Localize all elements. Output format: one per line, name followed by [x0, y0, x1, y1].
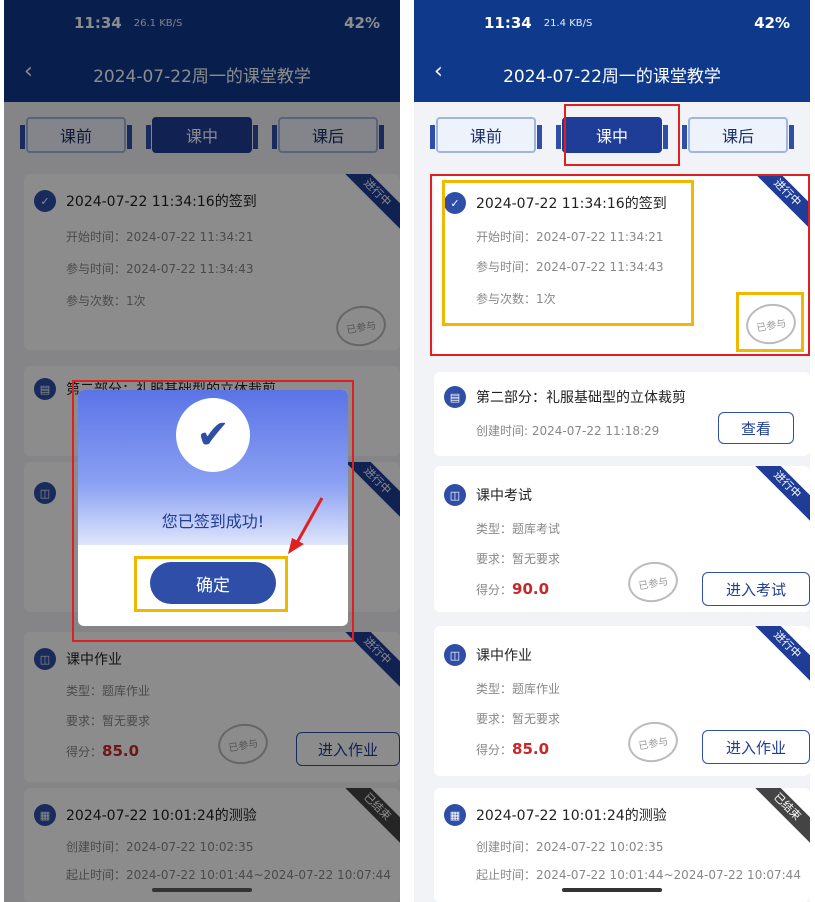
- title-bar: ‹ 2024-07-22周一的课堂教学: [414, 46, 810, 102]
- status-badge: 已结束: [748, 788, 810, 846]
- exam-score: 90.0: [512, 580, 550, 598]
- document-icon: ▤: [444, 386, 466, 408]
- score-label: 得分：: [476, 743, 513, 757]
- tab-after-class[interactable]: 课后: [682, 117, 794, 153]
- quiz-card[interactable]: 已结束 ▦ 2024-07-22 10:01:24的测验 创建时间：2024-07…: [434, 788, 810, 902]
- enter-homework-button[interactable]: 进入作业: [702, 730, 810, 764]
- page: 11:34 26.1 KB/S 42% ‹ 2024-07-22周一的课堂教学 …: [0, 0, 815, 902]
- status-bar: 11:34 21.4 KB/S 42%: [414, 0, 810, 46]
- homework-score: 85.0: [512, 740, 550, 758]
- homework-title: 课中作业: [476, 648, 532, 664]
- quiz-period: 起止时间：2024-07-22 10:01:44~2024-07-22 10:0…: [476, 868, 801, 882]
- arrow-icon: [288, 497, 324, 554]
- view-button[interactable]: 查看: [718, 412, 794, 444]
- exam-card[interactable]: 进行中 ◫ 课中考试 类型：题库考试 要求：暂无要求 得分：90.0 已参与 进入…: [434, 466, 810, 612]
- homework-card[interactable]: 进行中 ◫ 课中作业 类型：题库作业 要求：暂无要求 得分：85.0 已参与 进入…: [434, 626, 810, 776]
- tab-before-class[interactable]: 课前: [430, 117, 542, 153]
- book-icon: ◫: [444, 484, 466, 506]
- status-badge: 进行中: [748, 466, 810, 524]
- participated-stamp: 已参与: [624, 557, 682, 607]
- homework-requirement: 要求：暂无要求: [476, 712, 561, 726]
- network-speed: 21.4 KB/S: [543, 17, 593, 29]
- participated-stamp: 已参与: [624, 717, 682, 767]
- quiz-title: 2024-07-22 10:01:24的测验: [476, 808, 667, 824]
- page-title: 2024-07-22周一的课堂教学: [503, 66, 721, 87]
- quiz-icon: ▦: [444, 804, 466, 826]
- home-indicator[interactable]: [152, 888, 252, 892]
- chevron-left-icon[interactable]: ‹: [434, 60, 443, 84]
- exam-type: 类型：题库考试: [476, 522, 561, 536]
- book-icon: ◫: [444, 644, 466, 666]
- battery-level: 42%: [754, 14, 790, 32]
- highlight-info-yellow: [442, 180, 694, 326]
- part2-card[interactable]: ▤ 第二部分：礼服基础型的立体裁剪 创建时间: 2024-07-22 11:18:…: [434, 372, 810, 456]
- homework-type: 类型：题库作业: [476, 682, 561, 696]
- phone-right: 11:34 21.4 KB/S 42% ‹ 2024-07-22周一的课堂教学 …: [414, 0, 810, 902]
- highlight-box-yellow: [134, 556, 288, 612]
- exam-requirement: 要求：暂无要求: [476, 552, 561, 566]
- score-label: 得分：: [476, 583, 513, 597]
- status-time: 11:34: [484, 14, 532, 32]
- highlight-tab-red: [564, 104, 680, 166]
- quiz-created-time: 创建时间：2024-07-22 10:02:35: [476, 840, 664, 854]
- phone-left: 11:34 26.1 KB/S 42% ‹ 2024-07-22周一的课堂教学 …: [4, 0, 400, 902]
- exam-title: 课中考试: [476, 488, 532, 504]
- part2-title: 第二部分：礼服基础型的立体裁剪: [476, 390, 686, 406]
- highlight-stamp-yellow: [736, 292, 804, 352]
- part2-created-time: 创建时间: 2024-07-22 11:18:29: [476, 424, 660, 438]
- enter-exam-button[interactable]: 进入考试: [702, 572, 810, 606]
- home-indicator[interactable]: [562, 888, 662, 892]
- status-badge: 进行中: [748, 626, 810, 684]
